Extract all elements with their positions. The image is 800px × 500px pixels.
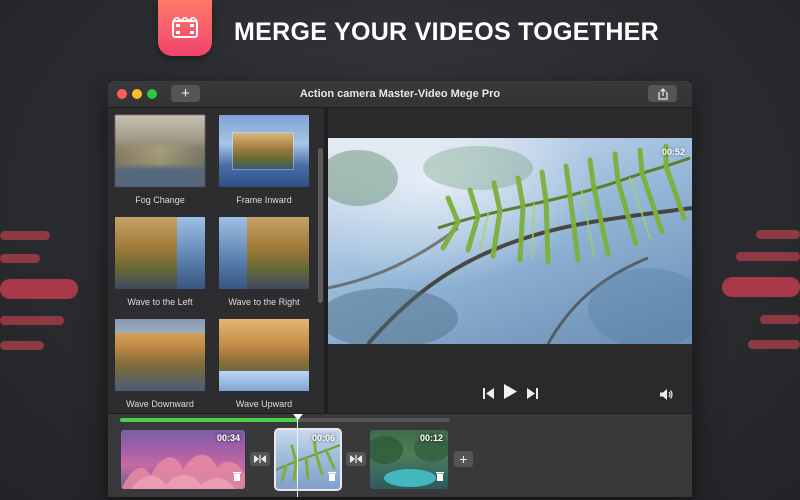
clip-duration: 00:34 <box>216 433 240 443</box>
transition-thumbnail <box>115 217 205 289</box>
transition-thumbnail <box>219 319 309 391</box>
previous-button[interactable] <box>483 386 495 404</box>
timeline-clip-3[interactable]: 00:12 <box>370 430 448 489</box>
skip-back-icon <box>483 388 494 399</box>
play-button[interactable] <box>503 384 517 404</box>
decor-stripe <box>756 230 800 239</box>
transition-button[interactable] <box>250 452 270 466</box>
add-clip-button[interactable]: + <box>454 451 473 467</box>
transition-tile-wave-upward[interactable]: Wave Upward <box>219 319 309 409</box>
decor-stripe <box>736 252 800 261</box>
share-icon <box>657 87 668 100</box>
clip-duration: 00:06 <box>311 433 335 443</box>
delete-clip-button[interactable] <box>436 468 444 486</box>
decor-stripe <box>0 341 44 350</box>
film-clip-icon <box>172 17 198 38</box>
delete-clip-button[interactable] <box>328 468 336 486</box>
play-icon <box>504 384 517 399</box>
panel-scrollbar[interactable] <box>318 148 323 303</box>
transition-tile-wave-right[interactable]: Wave to the Right <box>219 217 309 307</box>
bowtie-transition-icon <box>350 455 362 463</box>
decor-stripe <box>0 316 64 325</box>
trash-icon <box>233 472 241 481</box>
transition-label: Wave to the Left <box>127 297 193 307</box>
decor-stripe <box>760 315 800 324</box>
transition-tile-wave-downward[interactable]: Wave Downward <box>115 319 205 409</box>
video-frame-image <box>328 143 692 344</box>
title-bar: + Action camera Master-Video Mege Pro <box>108 81 692 108</box>
transition-tile-wave-left[interactable]: Wave to the Left <box>115 217 205 307</box>
transition-thumbnail <box>115 115 205 187</box>
timeline-clip-1[interactable]: 00:34 <box>121 430 245 489</box>
playhead[interactable] <box>297 417 298 497</box>
progress-fill <box>120 418 299 422</box>
bowtie-transition-icon <box>254 455 266 463</box>
volume-button[interactable] <box>660 387 674 405</box>
trash-icon <box>436 472 444 481</box>
transition-tile-fog-change[interactable]: Fog Change <box>115 115 205 205</box>
transition-label: Wave Downward <box>126 399 194 409</box>
headline: MERGE YOUR VIDEOS TOGETHER <box>234 18 659 46</box>
app-badge <box>158 0 212 56</box>
app-window: + Action camera Master-Video Mege Pro Fo… <box>108 81 692 497</box>
decor-stripe <box>722 277 800 297</box>
decor-stripe <box>748 340 800 349</box>
decor-stripe <box>0 279 78 299</box>
transition-thumbnail <box>115 319 205 391</box>
decor-stripe <box>0 254 40 263</box>
transition-thumbnail <box>219 217 309 289</box>
next-button[interactable] <box>526 386 538 404</box>
preview-timecode: 00:52 <box>661 147 685 157</box>
transition-label: Fog Change <box>135 195 185 205</box>
timeline: 00:34 00:06 00:12 + <box>108 413 692 497</box>
preview-area: 00:52 <box>328 108 692 413</box>
transition-tile-frame-inward[interactable]: Frame Inward <box>219 115 309 205</box>
video-preview[interactable]: 00:52 <box>328 138 692 344</box>
trash-icon <box>328 472 336 481</box>
volume-icon <box>660 389 673 400</box>
playhead-handle[interactable] <box>293 414 303 420</box>
transition-label: Wave to the Right <box>228 297 300 307</box>
decor-stripe <box>0 231 50 240</box>
clip-duration: 00:12 <box>419 433 443 443</box>
delete-clip-button[interactable] <box>233 468 241 486</box>
window-title: Action camera Master-Video Mege Pro <box>299 88 501 100</box>
skip-forward-icon <box>527 388 538 399</box>
transitions-panel: Fog Change Frame Inward Wave to the Left… <box>108 108 324 413</box>
share-button[interactable] <box>648 85 677 102</box>
transition-label: Wave Upward <box>235 399 293 409</box>
transition-label: Frame Inward <box>236 195 292 205</box>
transition-button[interactable] <box>346 452 366 466</box>
timeline-clip-2[interactable]: 00:06 <box>276 430 340 489</box>
transition-thumbnail <box>219 115 309 187</box>
